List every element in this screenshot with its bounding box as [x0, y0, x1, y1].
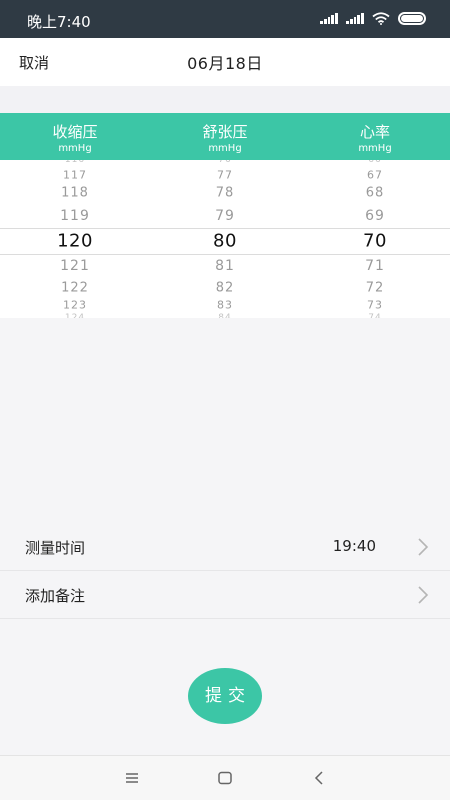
signal-icon	[346, 13, 364, 24]
picker-column-systolic[interactable]: 116 117 118 119 120 121 122 123 124	[0, 160, 150, 318]
status-icons	[320, 12, 426, 25]
picker-value: 83	[217, 298, 233, 312]
picker-selected-value: 120	[57, 230, 93, 252]
picker-value: 71	[365, 258, 385, 274]
spacer-band	[0, 86, 450, 113]
picker-column-diastolic[interactable]: 76 77 78 79 80 81 82 83 84	[150, 160, 300, 318]
picker-value: 76	[218, 160, 232, 165]
picker-value: 77	[217, 168, 233, 182]
home-icon[interactable]	[215, 768, 235, 788]
back-icon[interactable]	[310, 768, 330, 788]
wifi-icon	[372, 12, 390, 25]
picker-value: 69	[365, 208, 385, 224]
picker-value: 78	[215, 185, 235, 201]
header: 取消 06月18日	[0, 38, 450, 86]
status-time: 晚上7:40	[27, 13, 91, 31]
picker-value: 72	[365, 280, 385, 296]
status-bar: 晚上7:40	[0, 0, 450, 38]
signal-icon	[320, 13, 338, 24]
picker-value: 117	[63, 168, 87, 182]
column-unit: mmHg	[208, 143, 242, 154]
picker-value: 73	[367, 298, 383, 312]
column-unit: mmHg	[58, 143, 92, 154]
picker-value: 66	[368, 160, 382, 165]
picker-value: 121	[60, 258, 90, 274]
chevron-right-icon	[418, 586, 429, 604]
picker-value: 123	[63, 298, 87, 312]
measure-time-row[interactable]: 测量时间 19:40	[0, 523, 450, 571]
chevron-right-icon	[418, 538, 429, 556]
picker-value: 116	[64, 160, 86, 165]
picker-value: 79	[215, 208, 235, 224]
submit-button[interactable]: 提交	[188, 668, 262, 724]
column-header-diastolic: 舒张压 mmHg	[150, 121, 300, 154]
value-picker: 116 117 118 119 120 121 122 123 124 76 77 78 79 80 81…	[0, 160, 450, 318]
column-title: 收缩压	[52, 123, 98, 141]
add-note-row[interactable]: 添加备注	[0, 571, 450, 619]
picker-column-heart-rate[interactable]: 66 67 68 69 70 71 72 73 74	[300, 160, 450, 318]
page-title: 06月18日	[187, 54, 263, 73]
column-header-systolic: 收缩压 mmHg	[0, 121, 150, 154]
column-title: 心率	[359, 123, 390, 141]
picker-value: 119	[60, 208, 90, 224]
picker-value: 82	[215, 280, 235, 296]
column-title: 舒张压	[202, 123, 248, 141]
picker-value: 122	[61, 280, 89, 296]
menu-icon[interactable]	[122, 768, 142, 788]
row-value: 19:40	[332, 537, 376, 555]
column-header-heart-rate: 心率 mmHg	[300, 121, 450, 154]
system-nav-bar	[0, 755, 450, 800]
battery-icon	[398, 12, 426, 25]
picker-value: 118	[61, 185, 89, 201]
picker-value: 81	[215, 258, 235, 274]
picker-value: 74	[368, 313, 382, 318]
picker-selected-value: 70	[363, 230, 387, 252]
picker-value: 67	[367, 168, 383, 182]
row-label: 添加备注	[25, 587, 86, 605]
picker-value: 124	[64, 313, 86, 318]
picker-header: 收缩压 mmHg 舒张压 mmHg 心率 mmHg	[0, 113, 450, 160]
row-label: 测量时间	[25, 539, 86, 557]
column-unit: mmHg	[358, 143, 392, 154]
picker-value: 84	[218, 313, 232, 318]
picker-value: 68	[365, 185, 385, 201]
picker-selected-value: 80	[213, 230, 237, 252]
